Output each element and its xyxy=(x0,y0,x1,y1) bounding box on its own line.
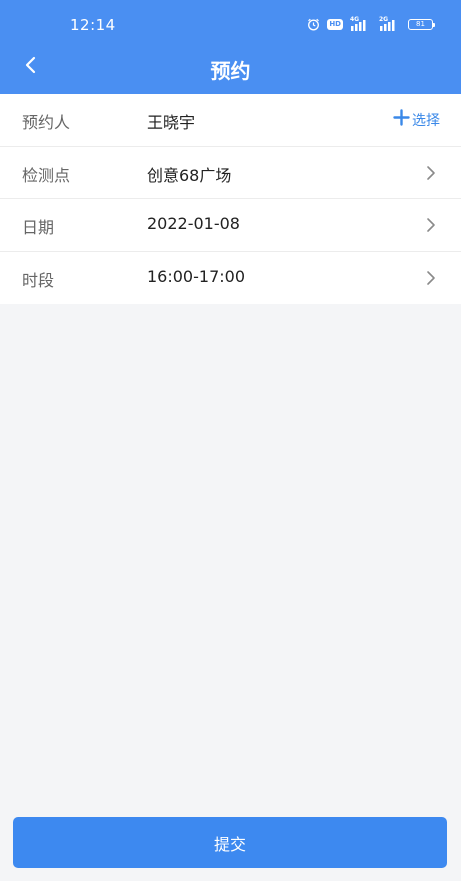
chevron-right-icon xyxy=(423,217,439,233)
row-value-test-site: 创意68广场 xyxy=(147,165,232,185)
signal-4g-icon: 4G xyxy=(350,16,372,31)
row-time-slot[interactable]: 时段 16:00-17:00 xyxy=(0,252,461,305)
select-label: 选择 xyxy=(412,112,440,129)
select-person-button[interactable]: 选择 xyxy=(393,109,440,130)
status-time: 12:14 xyxy=(70,16,116,34)
row-label-test-site: 检测点 xyxy=(22,165,71,185)
row-value-date: 2022-01-08 xyxy=(147,214,240,233)
row-label-date: 日期 xyxy=(22,218,55,237)
plus-icon xyxy=(393,109,410,130)
row-value-time-slot: 16:00-17:00 xyxy=(147,266,245,286)
chevron-right-icon xyxy=(423,270,439,286)
row-date[interactable]: 日期 2022-01-08 xyxy=(0,199,461,252)
signal-2g-icon: 2G xyxy=(379,16,401,31)
row-appointee: 预约人 王晓宇 选择 xyxy=(0,94,461,147)
status-icons: HD 4G 2G 81 xyxy=(307,16,435,31)
row-label-appointee: 预约人 xyxy=(22,113,71,132)
alarm-icon xyxy=(307,18,320,31)
status-bar: 12:14 HD 4G 2G 81 xyxy=(0,0,461,40)
hd-icon: HD xyxy=(327,19,343,30)
app-header: 12:14 HD 4G 2G 81 预约 xyxy=(0,0,461,94)
row-value-appointee: 王晓宇 xyxy=(147,113,196,132)
battery-icon: 81 xyxy=(408,19,435,30)
row-label-time-slot: 时段 xyxy=(22,270,55,290)
submit-button[interactable]: 提交 xyxy=(13,817,447,868)
appointment-form: 预约人 王晓宇 选择 检测点 创意68广场 日期 2022-01-08 时段 1… xyxy=(0,94,461,304)
chevron-right-icon xyxy=(423,165,439,181)
row-test-site[interactable]: 检测点 创意68广场 xyxy=(0,147,461,199)
nav-bar: 预约 xyxy=(0,40,461,94)
page-title: 预约 xyxy=(210,59,251,83)
